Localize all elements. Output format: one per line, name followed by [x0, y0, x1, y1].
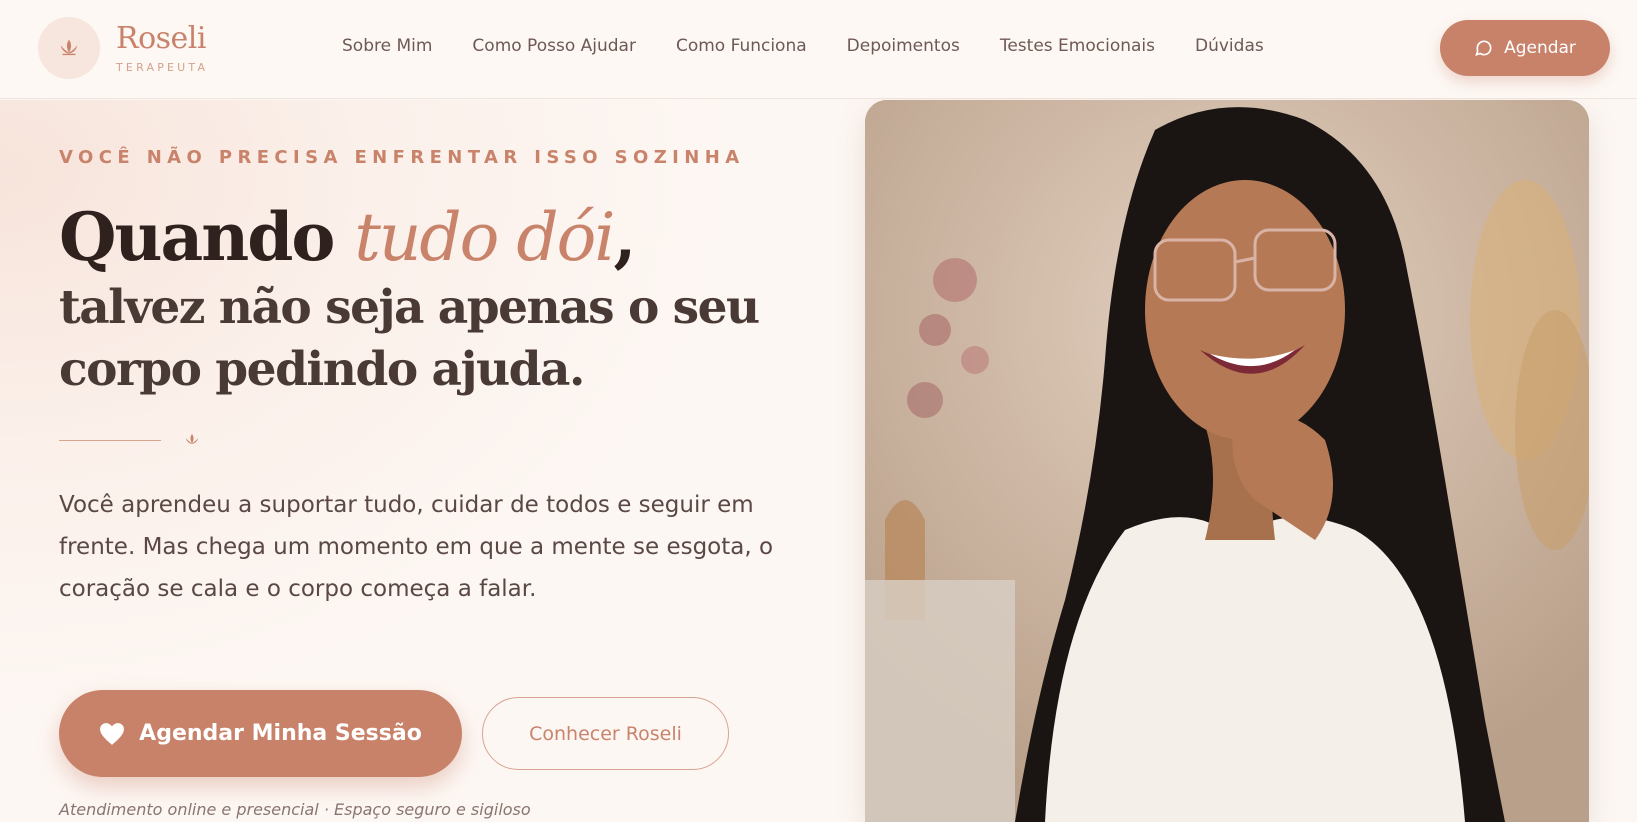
brand-name: Roseli — [116, 21, 207, 56]
hero-title-start: Quando — [59, 198, 355, 276]
nav-item-duvidas[interactable]: Dúvidas — [1195, 36, 1264, 56]
divider-line — [59, 440, 161, 441]
therapist-portrait-illustration — [865, 100, 1589, 822]
site-header: Roseli TERAPEUTA Sobre Mim Como Posso Aj… — [0, 0, 1637, 99]
brand-logo[interactable]: Roseli TERAPEUTA — [38, 17, 208, 79]
lotus-icon — [38, 17, 100, 79]
agendar-sessao-button[interactable]: Agendar Minha Sessão — [59, 690, 462, 777]
lotus-icon — [184, 432, 200, 452]
hero-title-comma: , — [613, 198, 636, 276]
hero-footnote: Atendimento online e presencial · Espaço… — [59, 800, 531, 819]
chat-bubble-icon — [1475, 40, 1492, 56]
hero-eyebrow: VOCÊ NÃO PRECISA ENFRENTAR ISSO SOZINHA — [59, 147, 745, 168]
hero-title: Quando tudo dói, — [59, 198, 636, 276]
conhecer-roseli-button[interactable]: Conhecer Roseli — [482, 697, 729, 770]
agendar-button-label: Agendar — [1504, 38, 1576, 58]
heart-icon — [100, 722, 125, 745]
hero-lead: Você aprendeu a suportar tudo, cuidar de… — [59, 492, 774, 602]
agendar-button[interactable]: Agendar — [1440, 20, 1610, 76]
nav-item-sobre-mim[interactable]: Sobre Mim — [342, 36, 432, 56]
hero-title-rest: talvez não seja apenas o seu corpo pedin… — [59, 280, 760, 397]
hero-title-accent: tudo dói — [354, 199, 615, 276]
main-nav: Sobre Mim Como Posso Ajudar Como Funcion… — [342, 36, 1264, 56]
nav-item-como-funciona[interactable]: Como Funciona — [676, 36, 807, 56]
brand-subtitle: TERAPEUTA — [116, 61, 209, 74]
nav-item-como-posso-ajudar[interactable]: Como Posso Ajudar — [472, 36, 636, 56]
nav-item-depoimentos[interactable]: Depoimentos — [847, 36, 960, 56]
nav-item-testes-emocionais[interactable]: Testes Emocionais — [1000, 36, 1155, 56]
agendar-sessao-label: Agendar Minha Sessão — [139, 721, 422, 746]
therapist-photo — [865, 100, 1589, 822]
